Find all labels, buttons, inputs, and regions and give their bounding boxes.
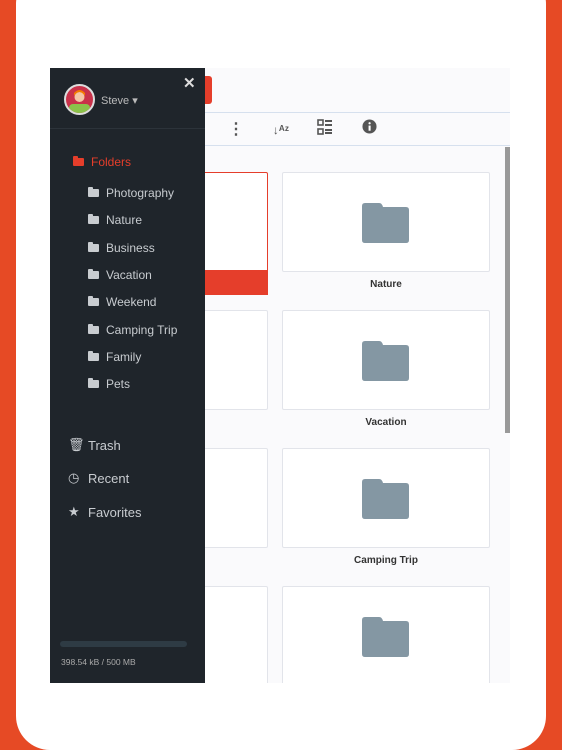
- sidebar-label: Weekend: [106, 295, 157, 310]
- folder-icon: [73, 156, 84, 166]
- star-icon: ★: [68, 504, 80, 519]
- sidebar-label: Folders: [91, 155, 132, 169]
- sidebar-item-folder[interactable]: Camping Trip: [88, 323, 177, 337]
- sidebar-label: Photography: [106, 186, 175, 200]
- sidebar-item-folder[interactable]: Family: [88, 350, 141, 364]
- sidebar-label: Trash: [88, 437, 121, 453]
- folder-name[interactable]: Camping Trip: [282, 555, 490, 566]
- folder-icon: [88, 378, 99, 389]
- storage-text: 398.54 kB / 500 MB: [61, 657, 136, 667]
- view-list-icon[interactable]: [314, 119, 336, 141]
- sidebar-label: Nature: [106, 213, 143, 228]
- divider: [50, 128, 205, 129]
- folder-icon: [88, 268, 99, 279]
- clock-icon: ◷: [68, 470, 80, 485]
- folder-name[interactable]: Nature: [282, 279, 490, 290]
- sidebar-item-folder[interactable]: Nature: [88, 213, 142, 227]
- sidebar-item-favorites[interactable]: ★ Favorites: [68, 504, 141, 520]
- folder-icon: [362, 479, 409, 519]
- sidebar-item-trash[interactable]: 🗑 Trash: [68, 437, 121, 453]
- folder-tile[interactable]: [282, 310, 490, 410]
- scrollbar[interactable]: [505, 147, 510, 433]
- sidebar-item-folder[interactable]: Vacation: [88, 268, 152, 282]
- sidebar-item-folder[interactable]: Business: [88, 241, 155, 255]
- folder-icon: [362, 341, 409, 381]
- folder-icon: [88, 296, 99, 307]
- folder-name[interactable]: Vacation: [282, 417, 490, 428]
- trash-icon: 🗑: [68, 437, 85, 452]
- sidebar-label: Family: [106, 349, 142, 364]
- sidebar-item-folders[interactable]: Folders: [73, 155, 131, 169]
- app-screen: ⋮ ↓ᴬᶻ Nature Vacation Camping Trip Steve ▾…: [50, 68, 510, 683]
- sort-az-icon[interactable]: ↓ᴬᶻ: [270, 119, 292, 141]
- folder-tile[interactable]: [282, 448, 490, 548]
- sidebar: Steve ▾ ✕ Folders Photography Nature Busin…: [50, 68, 205, 683]
- caret-down-icon: ▾: [132, 95, 138, 107]
- folder-icon: [88, 187, 99, 197]
- user-name: Steve: [101, 95, 130, 107]
- sidebar-label: Vacation: [106, 267, 152, 282]
- sidebar-label: Favorites: [88, 504, 142, 520]
- sidebar-label: Camping Trip: [106, 322, 178, 337]
- folder-icon: [88, 241, 99, 252]
- storage-bar: [60, 641, 187, 647]
- avatar[interactable]: [64, 84, 95, 115]
- sidebar-item-folder[interactable]: Pets: [88, 377, 130, 391]
- folder-icon: [88, 214, 99, 225]
- folder-icon: [362, 203, 409, 243]
- sidebar-label: Pets: [106, 377, 131, 392]
- folder-tile[interactable]: [282, 586, 490, 683]
- sidebar-item-folder[interactable]: Weekend: [88, 295, 156, 309]
- more-icon[interactable]: ⋮: [225, 119, 247, 141]
- folder-icon: [362, 617, 409, 657]
- folder-icon: [88, 323, 99, 334]
- folder-icon: [88, 350, 99, 361]
- user-menu[interactable]: Steve ▾: [101, 94, 138, 107]
- sidebar-item-folder[interactable]: Photography: [88, 186, 174, 200]
- sidebar-item-recent[interactable]: ◷ Recent: [68, 470, 129, 486]
- sidebar-label: Business: [106, 240, 155, 255]
- folder-tile[interactable]: [282, 172, 490, 272]
- info-icon[interactable]: [358, 119, 380, 141]
- close-icon[interactable]: ✕: [183, 74, 196, 92]
- sidebar-label: Recent: [88, 470, 130, 486]
